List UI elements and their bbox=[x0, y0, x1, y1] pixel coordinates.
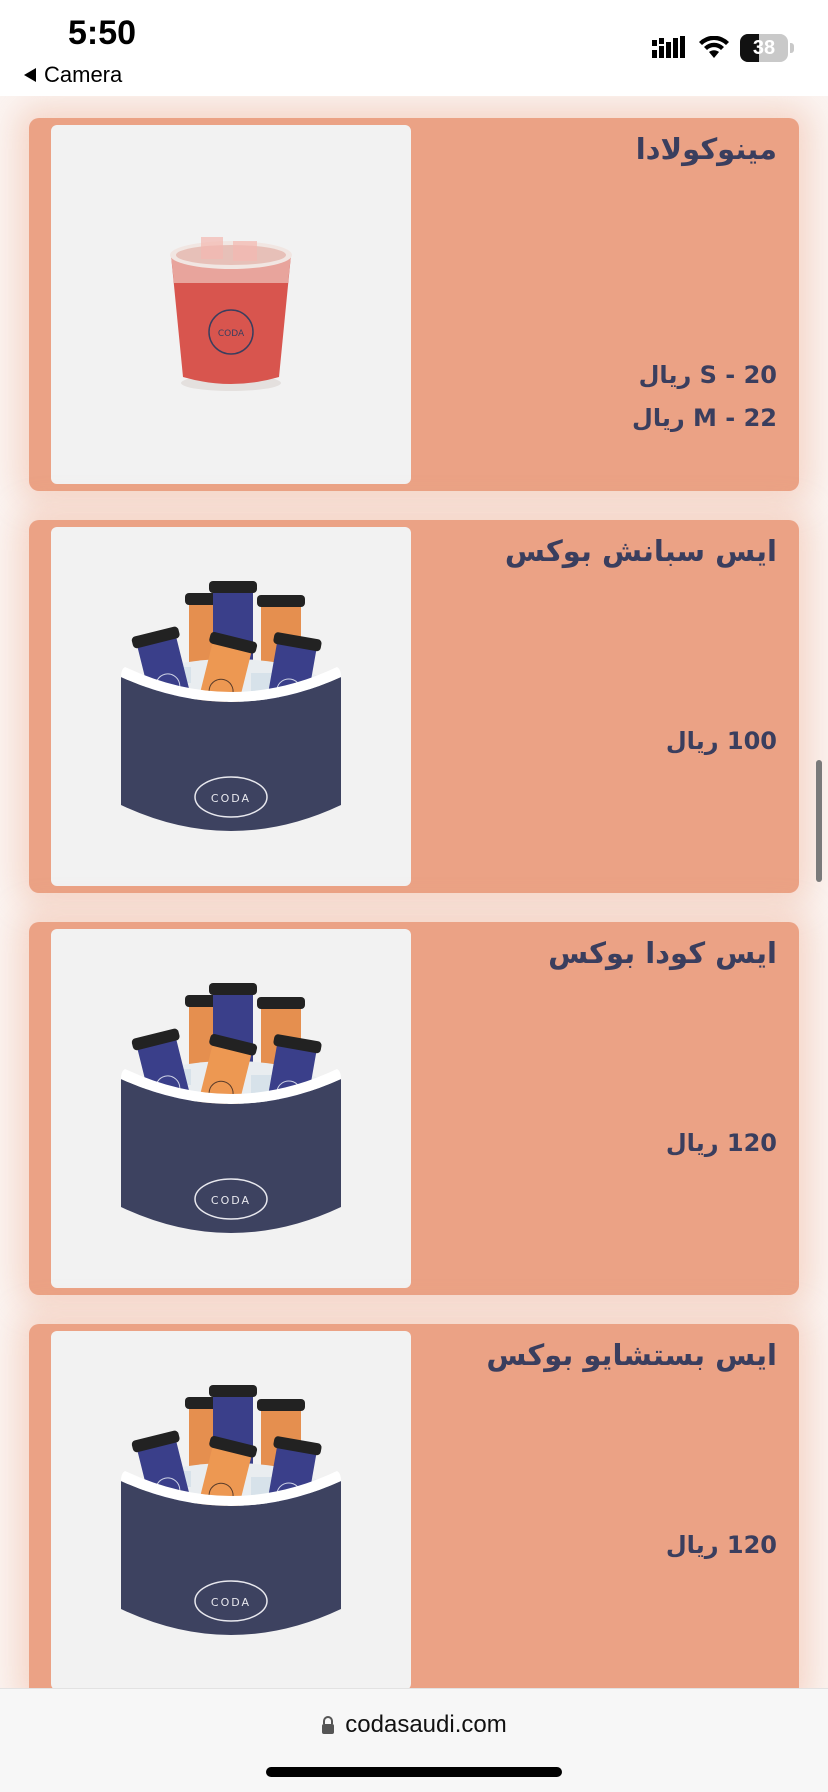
svg-text:CODA: CODA bbox=[218, 329, 245, 339]
back-app-label: Camera bbox=[44, 62, 123, 87]
url-text: codasaudi.com bbox=[345, 1711, 507, 1738]
product-image: CODA bbox=[51, 527, 411, 886]
svg-text:CODA: CODA bbox=[211, 792, 251, 805]
item-name: ايس كودا بوكس bbox=[548, 936, 777, 970]
lock-icon bbox=[322, 1716, 335, 1734]
status-bar: 5:50 Camera 38 bbox=[0, 0, 828, 96]
menu-item-card[interactable]: CODA ايس بستشايو بوكس 120 ريال bbox=[29, 1324, 799, 1688]
svg-text:CODA: CODA bbox=[211, 1194, 251, 1207]
back-triangle-icon bbox=[24, 68, 36, 82]
svg-text:CODA: CODA bbox=[211, 1596, 251, 1609]
product-image: CODA bbox=[51, 1331, 411, 1688]
item-prices: S - 20 ريال M - 22 ريال bbox=[632, 354, 777, 440]
price-size-m: M - 22 ريال bbox=[632, 404, 777, 432]
wifi-icon bbox=[699, 36, 729, 58]
product-image: CODA bbox=[51, 929, 411, 1288]
battery-icon: 38 bbox=[740, 34, 788, 62]
battery-level: 38 bbox=[752, 36, 776, 59]
item-name: مينوكولادا bbox=[635, 132, 777, 166]
item-name: ايس بستشايو بوكس bbox=[486, 1338, 777, 1372]
address-bar[interactable]: codasaudi.com bbox=[0, 1711, 828, 1739]
cellular-signal-icon bbox=[652, 36, 685, 58]
menu-item-card[interactable]: CODA ايس كودا بوكس 120 ريال bbox=[29, 922, 799, 1295]
price-size-s: S - 20 ريال bbox=[638, 361, 777, 389]
home-indicator[interactable] bbox=[266, 1767, 562, 1777]
screen: 5:50 Camera 38 CODA مينوكولادا S - 20 ري… bbox=[0, 0, 828, 1792]
item-price: 100 ريال bbox=[665, 727, 777, 755]
status-time: 5:50 bbox=[68, 14, 137, 52]
item-price: 120 ريال bbox=[665, 1129, 777, 1157]
item-name: ايس سبانش بوكس bbox=[504, 534, 777, 568]
item-prices: 120 ريال bbox=[666, 1122, 777, 1165]
menu-list[interactable]: CODA مينوكولادا S - 20 ريال M - 22 ريال bbox=[0, 96, 828, 1688]
item-prices: 100 ريال bbox=[666, 720, 777, 763]
menu-item-card[interactable]: CODA ايس سبانش بوكس 100 ريال bbox=[29, 520, 799, 893]
back-to-app-button[interactable]: Camera bbox=[24, 62, 122, 88]
product-image: CODA bbox=[51, 125, 411, 484]
scrollbar[interactable] bbox=[816, 760, 822, 882]
item-prices: 120 ريال bbox=[666, 1524, 777, 1567]
item-price: 120 ريال bbox=[665, 1531, 777, 1559]
menu-item-card[interactable]: CODA مينوكولادا S - 20 ريال M - 22 ريال bbox=[29, 118, 799, 491]
status-icons: 38 bbox=[652, 34, 794, 62]
browser-bottom-bar: codasaudi.com bbox=[0, 1688, 828, 1792]
